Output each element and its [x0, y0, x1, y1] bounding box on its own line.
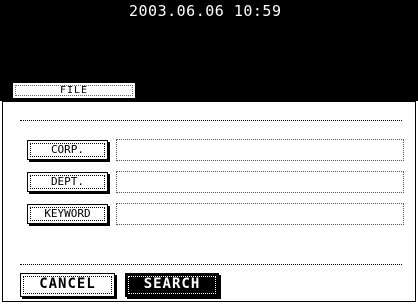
- tab-file[interactable]: FILE: [12, 82, 136, 99]
- dept-field[interactable]: [116, 171, 404, 193]
- status-bar: 2003.06.06 10:59 FILE: [0, 0, 418, 101]
- search-panel: [2, 101, 416, 302]
- keyword-field[interactable]: [116, 203, 404, 225]
- divider-bottom: [20, 264, 402, 265]
- dept-button[interactable]: DEPT.: [27, 172, 108, 192]
- datetime-display: 2003.06.06 10:59: [129, 2, 282, 20]
- cancel-button[interactable]: CANCEL: [20, 273, 115, 297]
- search-button[interactable]: SEARCH: [125, 273, 219, 297]
- corp-field[interactable]: [116, 139, 404, 161]
- keyword-button[interactable]: KEYWORD: [27, 204, 108, 224]
- corp-button[interactable]: CORP.: [27, 140, 108, 160]
- divider-top: [20, 120, 402, 121]
